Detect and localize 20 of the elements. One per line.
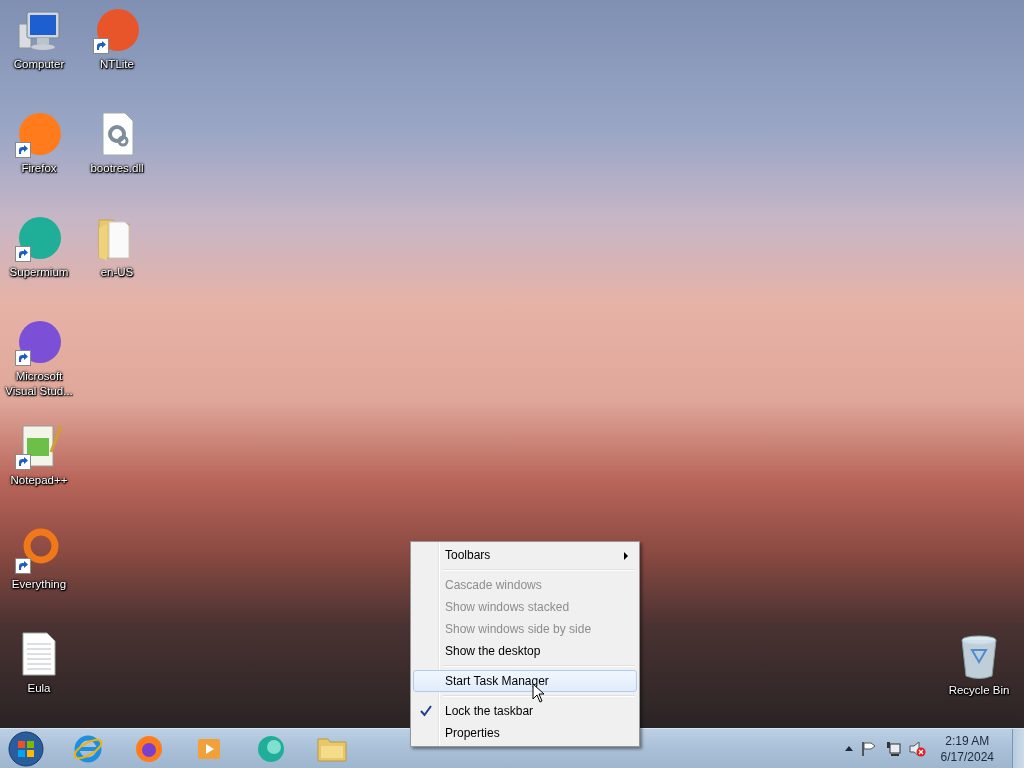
network-icon[interactable] — [884, 740, 901, 757]
menu-item[interactable]: Start Task Manager — [413, 670, 637, 692]
menu-item[interactable]: Properties — [413, 722, 637, 744]
icon-label[interactable]: Computer — [1, 57, 77, 72]
icon-label[interactable]: Recycle Bin — [941, 683, 1017, 698]
trash-bin-icon — [959, 634, 999, 680]
show-desktop-button[interactable] — [1012, 728, 1024, 768]
menu-item[interactable]: Lock the taskbar — [413, 700, 637, 722]
icon-label[interactable]: Notepad++ — [1, 473, 77, 488]
menu-item[interactable]: Toolbars — [413, 544, 637, 566]
menu-item[interactable]: Show the desktop — [413, 640, 637, 662]
icon-label[interactable]: Everything — [1, 577, 77, 592]
browser-e-icon — [73, 733, 103, 764]
icon-label[interactable]: NTLite — [79, 57, 155, 72]
show-hidden-icons-button[interactable] — [844, 746, 853, 751]
icon-label[interactable]: Eula — [1, 681, 77, 696]
start-orb-icon — [8, 730, 44, 767]
flag-icon[interactable] — [860, 740, 877, 757]
volume-muted-icon[interactable] — [908, 740, 927, 757]
clock[interactable]: 2:19 AM 6/17/2024 — [934, 732, 1000, 765]
